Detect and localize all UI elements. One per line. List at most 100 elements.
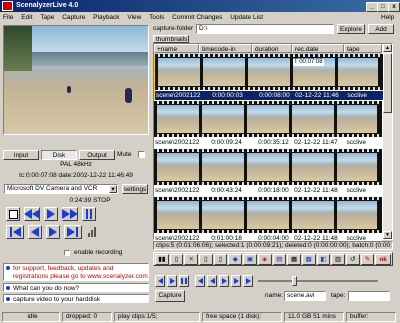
menu-help[interactable]: Help [381, 12, 394, 23]
col-rec-date[interactable]: rec.date [292, 44, 344, 53]
play-back-icon [157, 278, 163, 284]
mute-checkbox[interactable] [138, 151, 145, 158]
undo-icon[interactable]: ↺ [345, 254, 360, 265]
col-timecode-in[interactable]: timecode-in [199, 44, 252, 53]
status-dropped: dropped: 0 [62, 312, 112, 322]
pause-icon-2 [90, 209, 92, 219]
output-button[interactable]: Output [79, 150, 115, 160]
col-name[interactable]: +name [154, 44, 199, 53]
stop-button[interactable] [6, 207, 20, 221]
play-button[interactable] [44, 207, 58, 221]
col-tape[interactable]: tape [344, 44, 382, 53]
thumb-frame [337, 153, 377, 181]
message-capture[interactable]: capture video to your harddisk [3, 294, 149, 303]
print-icon[interactable]: ▦ [287, 254, 301, 265]
capture-folder-input[interactable]: D:\ [196, 24, 334, 34]
preview-tree [4, 26, 32, 71]
add-button[interactable]: Add [368, 24, 394, 34]
menu-bar: File Edit Tape Capture Playback View Too… [0, 12, 400, 23]
thumb-frame [292, 201, 334, 229]
menu-update-list[interactable]: Update List [230, 14, 263, 21]
clip-info: scene\20021222 0:00:00:03 0:00:08:00 02-… [155, 91, 383, 100]
menu-commit-changes[interactable]: Commit Changes [172, 14, 222, 21]
position-slider-thumb[interactable] [292, 276, 297, 286]
sprocket-top [154, 101, 382, 104]
step-back-button[interactable] [28, 225, 42, 239]
menu-capture[interactable]: Capture [62, 14, 85, 21]
device-select[interactable]: Microsoft DV Camera and VCR ▾ [4, 184, 118, 194]
close-button[interactable]: x [388, 2, 400, 12]
delete-icon[interactable]: ✕ [184, 254, 199, 265]
pause-row-icon [181, 278, 183, 284]
skip-next-button[interactable] [231, 275, 241, 287]
play-back-button[interactable] [155, 275, 165, 287]
skip-fwd-button[interactable] [219, 275, 229, 287]
jog-icon[interactable] [88, 227, 100, 237]
merge-icon[interactable]: ◆ [228, 254, 243, 265]
split-icon[interactable]: ▯ [169, 254, 184, 265]
settings-button[interactable]: settings [122, 184, 148, 194]
menu-edit[interactable]: Edit [21, 14, 32, 21]
menu-file[interactable]: File [3, 14, 13, 21]
name-input[interactable]: scene.avi [284, 291, 326, 301]
trim-icon[interactable]: ▮▮ [155, 254, 169, 265]
message-support[interactable]: for support, feedback, updates and regis… [3, 263, 149, 281]
step-forward-icon [49, 227, 57, 237]
menu-view[interactable]: View [127, 14, 141, 21]
thumb-frame [158, 58, 200, 86]
menu-tools[interactable]: Tools [149, 14, 164, 21]
input-label: Input [13, 152, 29, 159]
timecode-overlay: T 00:07:08 [293, 59, 324, 66]
col-duration[interactable]: duration [252, 44, 292, 53]
dv-icon[interactable]: ◧ [316, 254, 331, 265]
fast-forward-button[interactable] [62, 207, 78, 221]
chevron-down-icon[interactable]: ▾ [109, 185, 117, 193]
menu-tape[interactable]: Tape [40, 14, 54, 21]
status-free-space: free space (1 disk): [202, 312, 282, 322]
disk-button[interactable]: Disk [41, 150, 77, 160]
clip-icon[interactable]: ▥ [331, 254, 345, 265]
scene-detect-icon[interactable]: ▩ [301, 254, 316, 265]
ok-button[interactable]: ok [375, 254, 391, 265]
next-clip-button[interactable] [64, 225, 82, 239]
scroll-thumb[interactable] [383, 53, 392, 113]
pause-button[interactable] [82, 207, 96, 221]
skip-back-icon [209, 278, 215, 284]
filter-icon[interactable]: ◈ [257, 254, 272, 265]
enable-recording-checkbox[interactable] [64, 250, 70, 256]
skip-back-button[interactable] [207, 275, 217, 287]
grid-scrollbar[interactable]: ▲ ▼ [383, 44, 392, 239]
thumb-frame [248, 58, 290, 86]
step-forward-button[interactable] [46, 225, 60, 239]
mark-icon[interactable]: ✎ [360, 254, 375, 265]
thumb-frame [292, 105, 334, 133]
scroll-up-icon[interactable]: ▲ [383, 44, 392, 52]
capture-button[interactable]: Capture [155, 290, 185, 302]
menu-playback[interactable]: Playback [93, 14, 119, 21]
pause-row-button[interactable] [179, 275, 189, 287]
mark-out-icon[interactable]: ▯ [213, 254, 228, 265]
export-icon[interactable]: ▤ [272, 254, 287, 265]
play-row-button[interactable] [167, 275, 177, 287]
prev-clip-button[interactable] [6, 225, 24, 239]
rewind-button[interactable] [24, 207, 40, 221]
tape-input[interactable] [348, 291, 390, 301]
message-what-next[interactable]: What can you do now? [3, 283, 149, 292]
input-button[interactable]: Input [3, 150, 39, 160]
clip-row[interactable]: scene\20021222 0:00:43:24 0:00:18:00 02-… [154, 149, 382, 196]
batch-icon[interactable]: ▣ [243, 254, 257, 265]
mark-in-icon[interactable]: ▯ [199, 254, 213, 265]
position-slider-track[interactable] [258, 280, 378, 282]
clip-row[interactable]: scene\20021222 0:00:09:24 0:00:35:12 02-… [154, 101, 382, 148]
scroll-down-icon[interactable]: ▼ [383, 231, 392, 239]
skip-prev-button[interactable] [195, 275, 205, 287]
capture-label: Capture [158, 292, 182, 299]
end-button[interactable] [243, 275, 253, 287]
tab-thumbnails[interactable]: thumbnails [153, 35, 189, 43]
video-preview[interactable] [3, 25, 149, 135]
clip-tape: scclive [347, 92, 367, 99]
explore-button[interactable]: Explore [337, 24, 365, 34]
clip-row[interactable]: scene\20021222 0:01:00:18 0:00:04:00 02-… [154, 197, 382, 244]
clip-row[interactable]: T 00:07:08 scene\20021222 0:00:00:03 0:0… [154, 53, 383, 100]
clip-tape: scclive [346, 139, 366, 146]
